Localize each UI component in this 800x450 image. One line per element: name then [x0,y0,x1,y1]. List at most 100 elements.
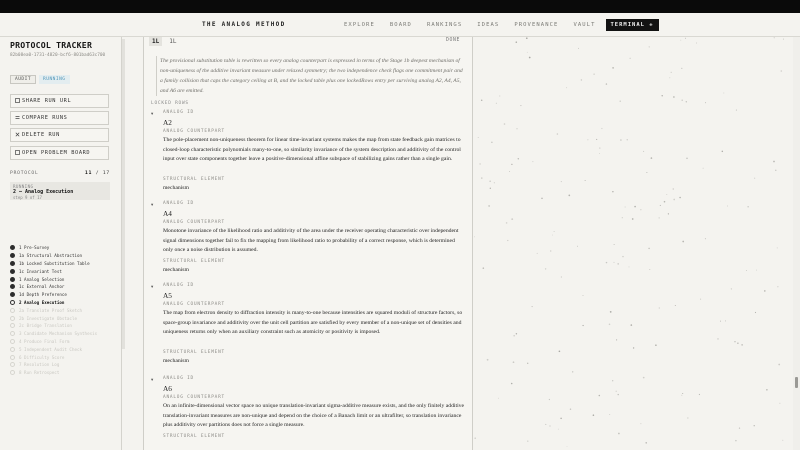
nav-board[interactable]: BOARD [390,22,412,28]
audit-badge[interactable]: AUDIT [10,75,37,84]
particle-dot [601,127,603,130]
particle-dot [681,394,683,396]
particle-dot [776,247,778,249]
particle-dot [717,338,719,340]
analog-counterpart-label: ANALOG COUNTERPART [163,395,225,400]
nav-provenance[interactable]: PROVENANCE [514,22,558,28]
collapse-chevron-icon[interactable]: ▾ [151,377,153,383]
particle-dot [525,37,528,40]
nav-rankings[interactable]: RANKINGS [427,22,462,28]
protocol-step[interactable]: 8 Run Retrospect [10,369,115,377]
nav-vault[interactable]: VAULT [573,22,595,28]
particle-dot [486,358,489,361]
particle-dot [592,414,595,416]
open-problem-board-button[interactable]: OPEN PROBLEM BOARD [10,146,109,160]
particle-dot [737,342,739,345]
delete-run-label: DELETE RUN [22,132,60,138]
particle-dot [511,163,513,166]
protocol-step[interactable]: 2c Bridge Translation [10,322,115,330]
protocol-step[interactable]: 2b Investigate Obstacle [10,314,115,322]
particle-dot [700,298,702,300]
analog-id: A4 [163,209,172,218]
protocol-step[interactable]: 2a Translate Proof Sketch [10,306,115,314]
page-scroll-thumb[interactable] [795,377,798,388]
particle-dot [626,139,628,141]
particle-dot [775,169,777,171]
particle-dot [756,269,757,271]
particle-dot [536,252,538,254]
check-icon [10,292,15,298]
protocol-step[interactable]: 1d Depth Preference [10,291,115,299]
sidebar-scroll-thumb[interactable] [122,39,125,349]
protocol-step[interactable]: 4 Produce Final Form [10,338,115,346]
particle-dot [779,402,781,404]
collapse-chevron-icon[interactable]: ▾ [151,202,153,208]
analog-counterpart-label: ANALOG COUNTERPART [163,129,225,134]
particle-dot [628,266,630,268]
collapse-chevron-icon[interactable]: ▾ [151,284,153,290]
terminal-button[interactable]: TERMINAL + [605,18,659,31]
delete-run-button[interactable]: DELETE RUN [10,128,109,142]
page-scrollbar[interactable] [793,37,800,450]
active-step-icon [10,299,15,305]
particle-dot [572,371,574,373]
brand-logo[interactable]: THE ANALOG METHOD [202,21,286,28]
protocol-step[interactable]: 6 Difficulty Score [10,353,115,361]
particle-dot [764,290,766,292]
particle-dot [618,432,620,435]
particle-dot [735,439,737,442]
analog-id-label: ANALOG ID [163,201,194,206]
particle-dot [566,87,568,89]
check-icon [10,260,15,266]
particle-dot [489,187,491,189]
protocol-step[interactable]: 2 Analog Execution [10,299,115,307]
particle-dot [622,255,624,258]
nav-explore[interactable]: EXPLORE [344,22,375,28]
protocol-step[interactable]: 1 Pre-Survey [10,244,115,252]
particle-dot [624,206,626,208]
compare-runs-button[interactable]: COMPARE RUNS [10,111,109,125]
sidebar-title: PROTOCOL TRACKER [10,40,93,50]
particle-dot [642,376,645,379]
particle-dot [598,394,601,397]
particle-dot [640,423,642,425]
particle-dot [643,150,645,152]
protocol-step[interactable]: 5 Independent Audit Check [10,345,115,353]
protocol-step[interactable]: 1a Structural Abstraction [10,252,115,260]
particle-dot [510,382,513,385]
particle-dot [513,334,516,337]
particle-dot [509,171,511,172]
collapse-chevron-icon[interactable]: ▾ [151,111,153,117]
particle-dot [503,123,506,125]
protocol-total: / 17 [95,171,110,176]
sidebar-scrollbar[interactable] [122,37,126,450]
protocol-step[interactable]: 1c External Anchor [10,283,115,291]
compare-icon [15,115,22,122]
particle-dot [481,177,483,179]
particle-dot [517,158,520,160]
protocol-step[interactable]: 1c Invariant Test [10,267,115,275]
protocol-step[interactable]: 3 Candidate Mechanism Synthesis [10,330,115,338]
protocol-step[interactable]: 1b Locked Substitution Table [10,260,115,268]
particle-dot [511,218,514,220]
share-run-button[interactable]: SHARE RUN URL [10,94,109,108]
particle-dot [582,295,584,296]
particle-dot [560,417,562,420]
particle-dot [474,236,475,238]
particle-dot [658,217,660,219]
analog-id: A5 [163,291,172,300]
protocol-step[interactable]: 1 Analog Selection [10,275,115,283]
particle-dot [674,305,676,306]
protocol-step-label: 2a Translate Proof Sketch [19,307,83,313]
protocol-step-label: 1b Locked Substitution Table [19,260,90,266]
particle-dot [515,333,518,335]
protocol-step-label: 3 Candidate Mechanism Synthesis [19,331,98,337]
tab-1l[interactable]: 1L [166,37,179,46]
nav-ideas[interactable]: IDEAS [477,22,499,28]
protocol-step[interactable]: 7 Resolution Log [10,361,115,369]
tab-1l-active[interactable]: 1L [149,37,163,46]
particle-dot [491,141,493,143]
particle-dot [616,339,618,341]
analog-counterpart-label: ANALOG COUNTERPART [163,220,225,225]
structural-element: mechanism [163,358,189,364]
